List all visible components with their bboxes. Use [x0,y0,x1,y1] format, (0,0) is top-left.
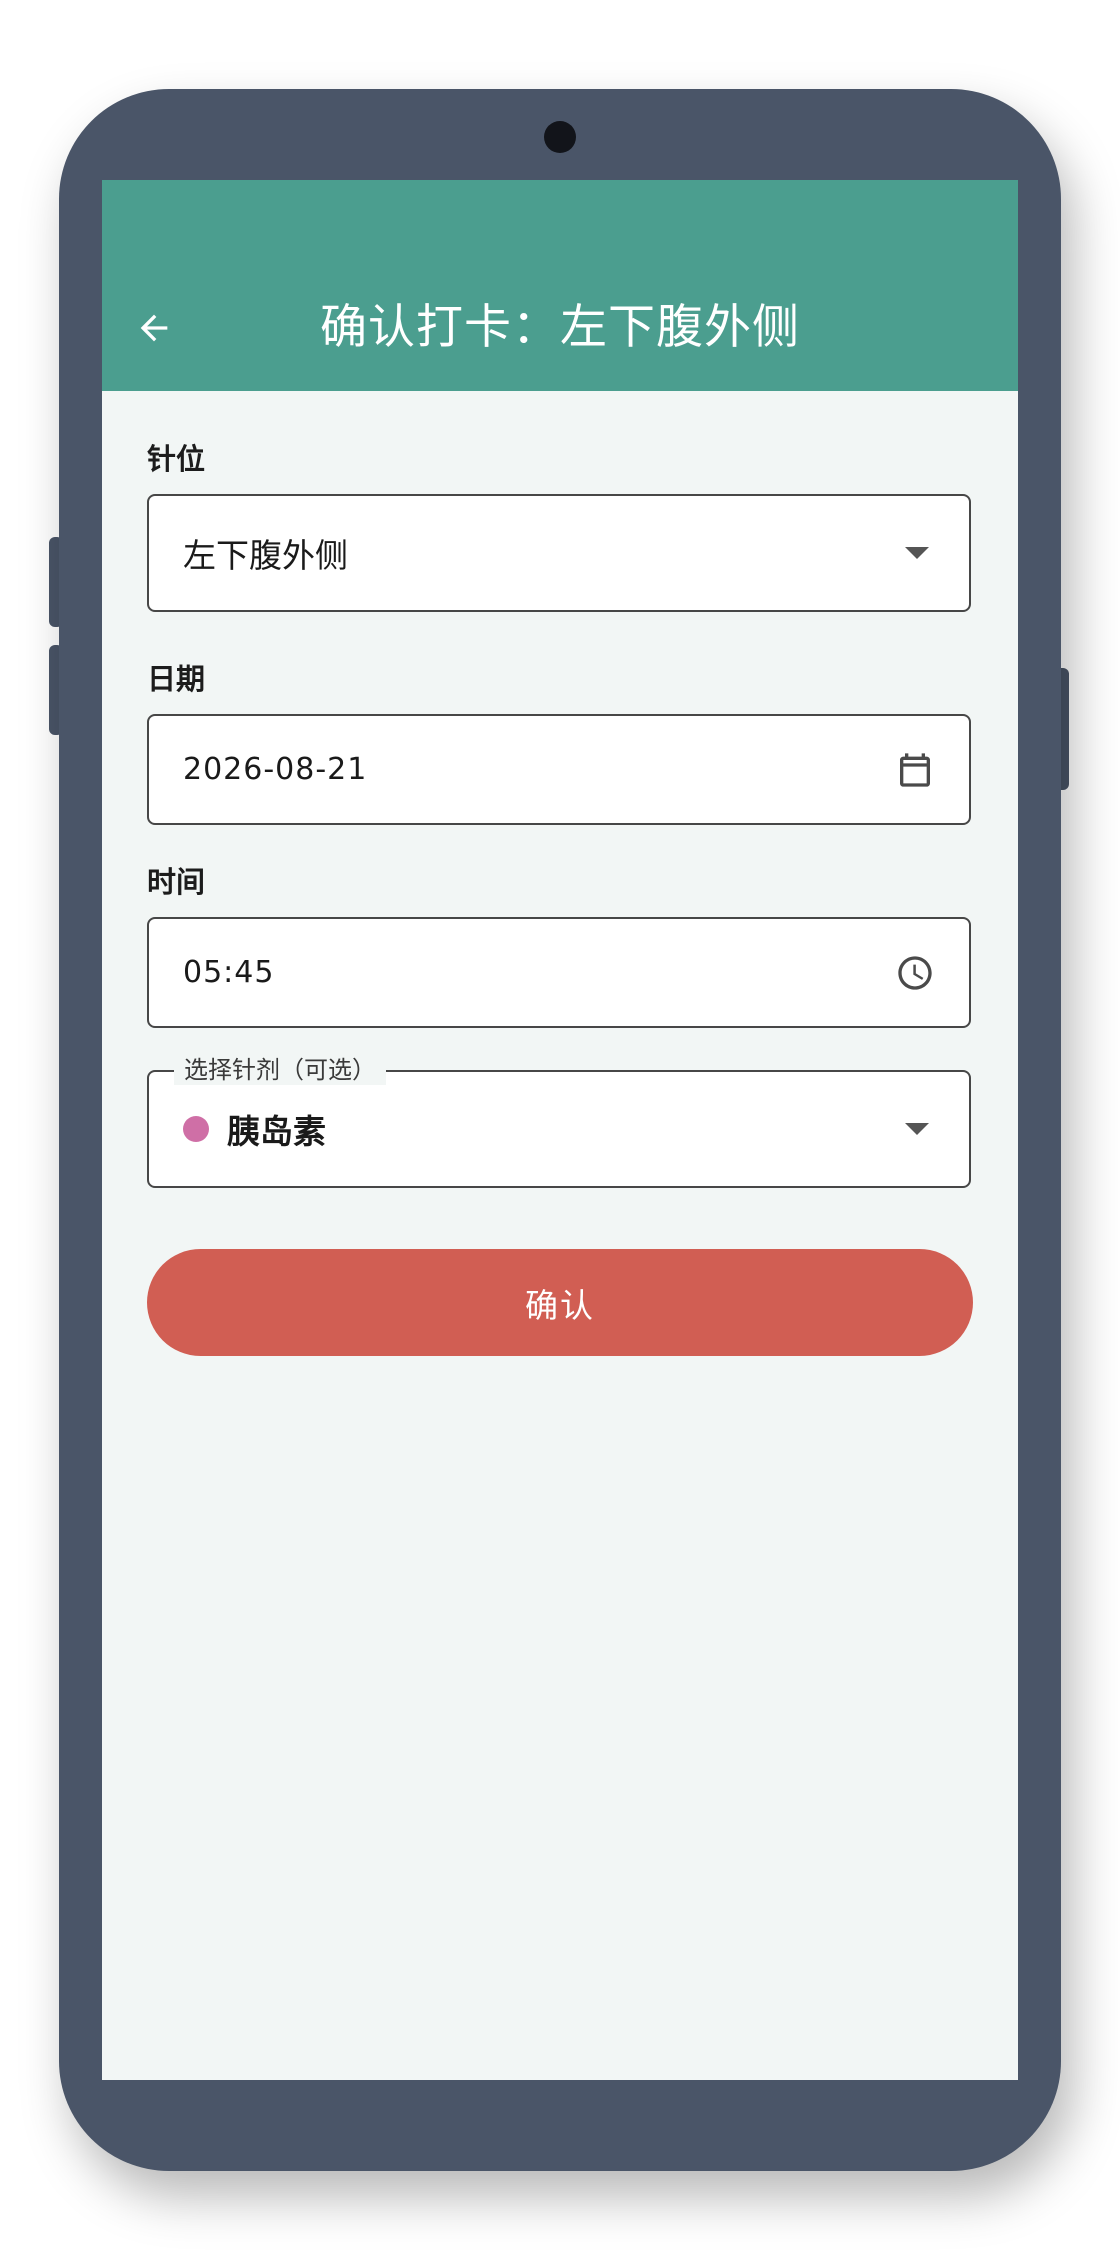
site-value: 左下腹外侧 [183,536,348,575]
medication-dropdown[interactable]: 选择针剂（可选） 胰岛素 [147,1055,971,1188]
medication-option: 胰岛素 [183,1072,326,1186]
app-screen: 确认打卡：左下腹外侧 针位 左下腹外侧 日期 2026-08-21 时间 05:… [102,180,1018,2080]
date-field[interactable]: 2026-08-21 [147,714,971,825]
time-label: 时间 [147,865,206,899]
date-label: 日期 [147,662,206,696]
dropdown-arrow-icon [905,547,929,559]
date-value: 2026-08-21 [183,752,368,787]
medication-color-dot [183,1116,209,1142]
arrow-left-icon [140,314,168,342]
page-title: 确认打卡：左下腹外侧 [320,300,800,355]
back-button[interactable] [130,304,178,352]
calendar-icon[interactable] [895,750,935,790]
app-bar: 确认打卡：左下腹外侧 [102,180,1018,391]
time-value: 05:45 [183,955,275,990]
dropdown-arrow-icon [905,1123,929,1135]
confirm-button[interactable]: 确认 [147,1249,973,1356]
clock-icon[interactable] [895,953,935,993]
medication-value: 胰岛素 [227,1112,326,1151]
time-field[interactable]: 05:45 [147,917,971,1028]
front-camera [544,121,576,153]
site-dropdown[interactable]: 左下腹外侧 [147,494,971,612]
site-label: 针位 [147,442,206,476]
